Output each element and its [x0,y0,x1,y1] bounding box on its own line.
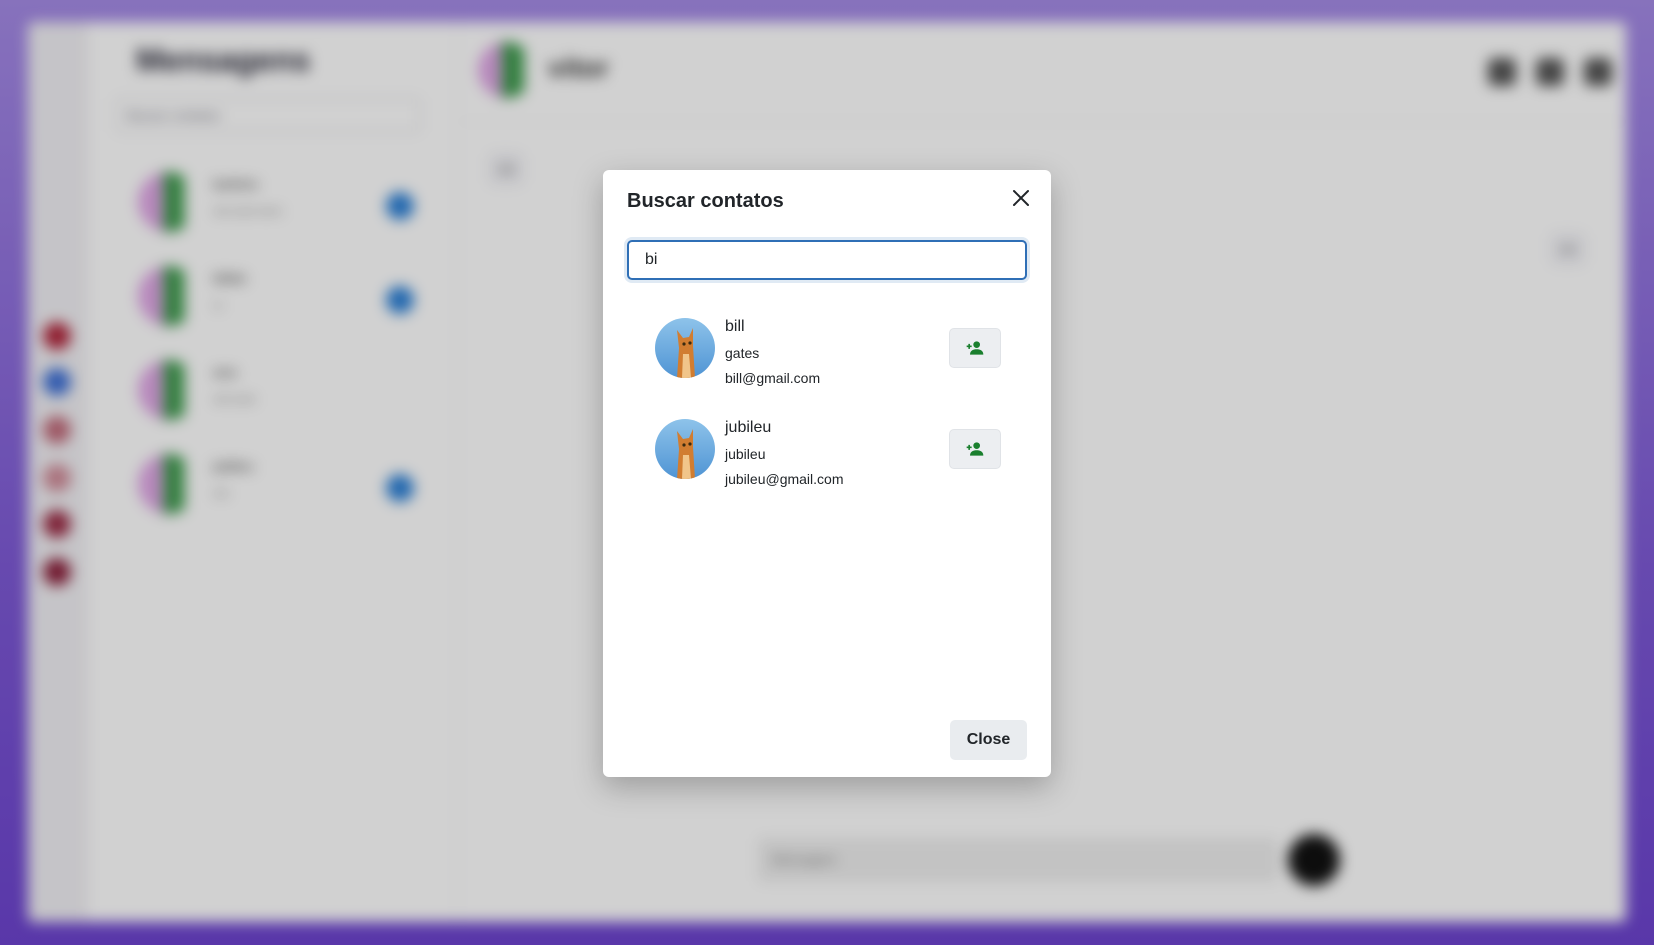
avatar [655,419,715,479]
search-results-list: bill gates bill@gmail.com jubileu jubile… [655,318,1001,520]
avatar [655,318,715,378]
contact-email: bill@gmail.com [725,370,821,386]
contact-name: bill [725,318,745,335]
close-button[interactable]: Close [950,720,1027,760]
list-item: bill gates bill@gmail.com [655,318,1001,419]
close-icon[interactable] [1009,186,1033,210]
contact-surname: gates [725,345,760,361]
contact-name: jubileu [725,419,772,436]
search-contacts-modal: Buscar contatos bi bill gates bill@gmail… [603,170,1051,777]
add-contact-button[interactable] [949,328,1001,368]
contact-surname: jubileu [725,446,766,462]
contact-email: jubileu@gmail.com [725,471,844,487]
list-item: jubileu jubileu jubileu@gmail.com [655,419,1001,520]
add-user-icon [966,442,984,456]
contact-search-input[interactable] [627,240,1027,280]
add-user-icon [966,341,984,355]
add-contact-button[interactable] [949,429,1001,469]
modal-title: Buscar contatos [627,190,784,212]
